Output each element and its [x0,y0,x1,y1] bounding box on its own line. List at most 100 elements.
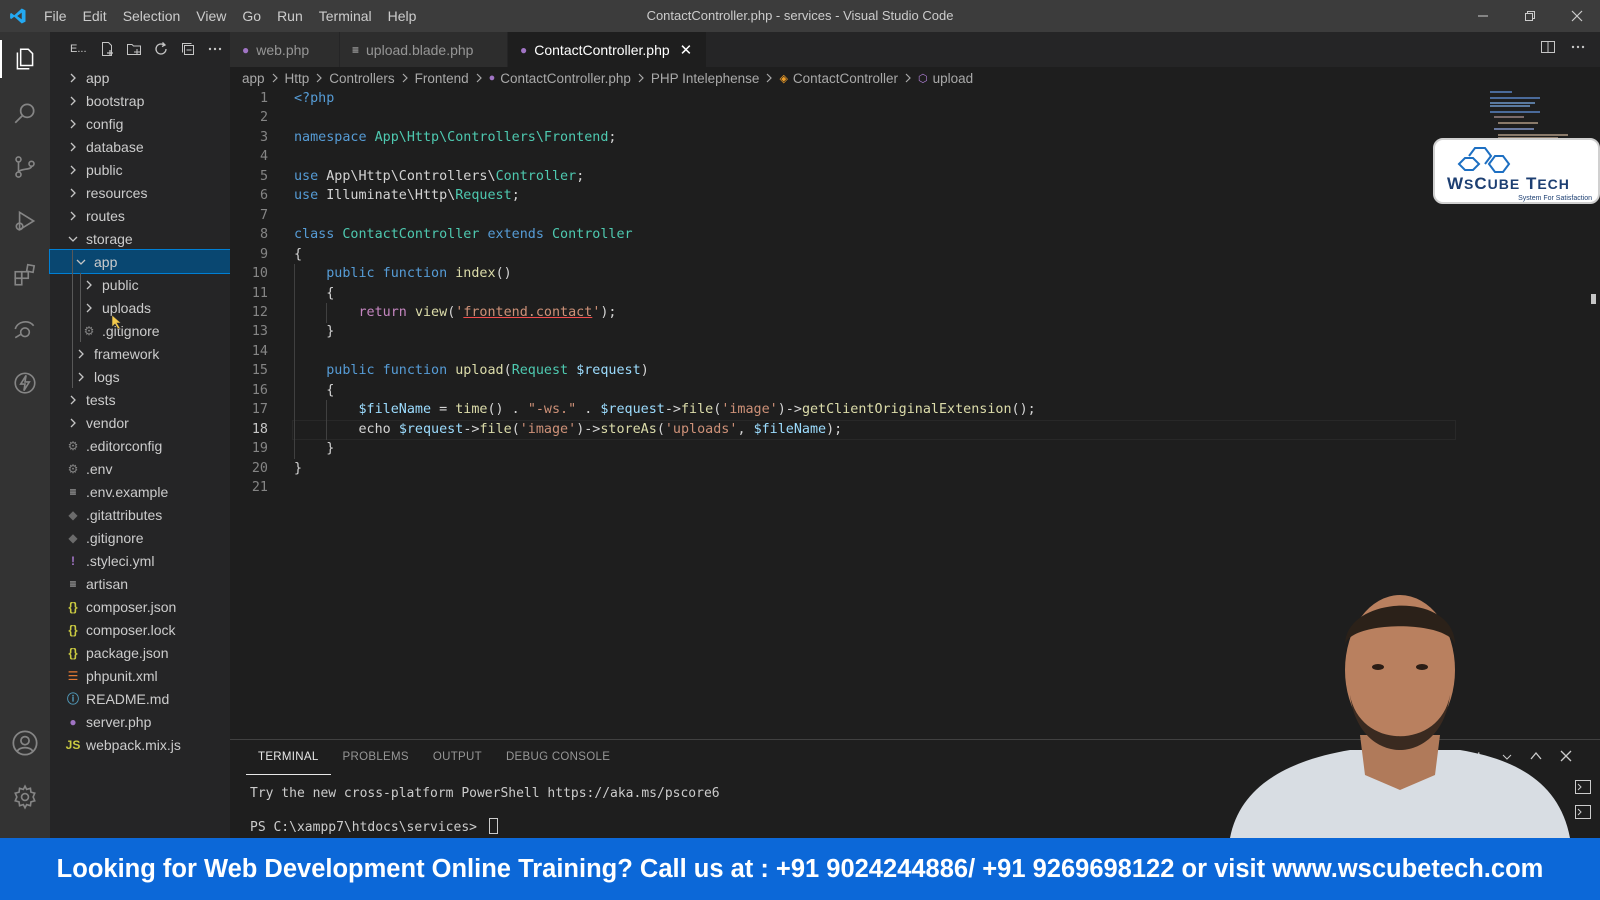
tree-folder[interactable]: app [49,249,231,274]
code-line[interactable]: 12 return view('frontend.contact'); [230,302,1470,323]
code-line[interactable]: 5 use App\Http\Controllers\Controller; [230,167,1470,187]
tree-file[interactable]: ☰ phpunit.xml [50,664,230,687]
remote-explorer-icon[interactable] [0,302,50,356]
tree-folder[interactable]: framework [50,342,230,365]
more-actions-icon[interactable] [207,41,224,58]
menu-item-edit[interactable]: Edit [75,0,115,32]
code-line[interactable]: 14 [230,341,1470,362]
breadcrumb-item[interactable]: PHP Intelephense [651,71,760,86]
tree-folder[interactable]: resources [50,181,230,204]
minimize-button[interactable] [1459,0,1506,32]
search-icon[interactable] [0,86,50,140]
breadcrumb-item[interactable]: ContactController.php [500,71,631,86]
code-line[interactable]: 13 } [230,322,1470,343]
menu-item-view[interactable]: View [188,0,234,32]
code-line[interactable]: 9{ [230,245,1470,265]
tree-folder[interactable]: public [50,273,230,296]
code-line[interactable]: 11 { [230,283,1470,304]
menu-item-file[interactable]: File [36,0,75,32]
code-line[interactable]: 2 [230,108,1470,128]
editor-tab[interactable]: ≡ upload.blade.php [340,32,508,67]
collapse-all-icon[interactable] [180,41,197,58]
code-line[interactable]: 3 namespace App\Http\Controllers\Frontend… [230,128,1470,148]
tree-folder[interactable]: logs [50,365,230,388]
close-window-button[interactable] [1553,0,1600,32]
code-line[interactable]: 6 use Illuminate\Http\Request; [230,186,1470,206]
menu-item-run[interactable]: Run [269,0,311,32]
breadcrumb-item[interactable]: app [242,71,265,86]
editor-tab[interactable]: ● web.php [230,32,340,67]
tree-folder[interactable]: public [50,158,230,181]
code-line[interactable]: 8 class ContactController extends Control… [230,225,1470,245]
terminal-prompt[interactable]: PS C:\xampp7\htdocs\services> [250,818,498,835]
tree-file[interactable]: ◆ .gitignore [50,526,230,549]
menu-item-selection[interactable]: Selection [115,0,189,32]
tree-folder[interactable]: tests [50,388,230,411]
breadcrumb-item[interactable]: Http [285,71,310,86]
breadcrumb-item[interactable]: Controllers [329,71,394,86]
code-line[interactable]: 17 $fileName = time() . "-ws." . $reques… [230,400,1470,421]
chevron-right-icon [315,71,323,86]
breadcrumb-item[interactable]: upload [933,71,974,86]
tree-file[interactable]: ● server.php [50,710,230,733]
menu-item-help[interactable]: Help [380,0,425,32]
tree-file[interactable]: ⚙ .env [50,457,230,480]
tree-file[interactable]: ! .styleci.yml [50,549,230,572]
tree-file[interactable]: ⚙ .editorconfig [50,434,230,457]
tree-file[interactable]: ⚙ .gitignore [50,314,230,342]
code-line[interactable]: 1 <?php [230,89,1470,109]
extensions-icon[interactable] [0,248,50,302]
terminal-instance-icon[interactable] [1575,805,1591,824]
more-actions-icon[interactable] [1570,39,1586,60]
tree-file[interactable]: ≡ .env.example [50,480,230,503]
split-editor-icon[interactable] [1540,39,1556,60]
new-folder-icon[interactable] [126,41,143,58]
settings-gear-icon[interactable] [0,770,50,824]
panel-tab-problems[interactable]: PROBLEMS [331,740,421,775]
close-tab-icon[interactable]: ✕ [680,41,693,59]
tree-file[interactable]: ◆ .gitattributes [50,503,230,526]
panel-tab-terminal[interactable]: TERMINAL [246,740,331,775]
tree-file[interactable]: JS webpack.mix.js [50,733,230,756]
accounts-icon[interactable] [0,716,50,770]
refresh-icon[interactable] [153,41,170,58]
tree-file[interactable]: ⓘ README.md [50,687,230,710]
tree-file[interactable]: ≡ artisan [50,572,230,595]
terminal-instance-icon[interactable] [1575,780,1591,799]
code-line[interactable]: 16 { [230,380,1470,401]
tree-folder[interactable]: config [50,112,230,135]
tree-folder[interactable]: storage [50,227,230,250]
tree-file[interactable]: {} package.json [50,641,230,664]
code-line[interactable]: 18 echo $request->file('image')->storeAs… [230,419,1470,440]
code-line[interactable]: 7 [230,206,1470,226]
editor-tab[interactable]: ● ContactController.php ✕ [508,32,708,67]
tree-file[interactable]: {} composer.json [50,595,230,618]
source-control-icon[interactable] [0,140,50,194]
breadcrumb-item[interactable]: Frontend [415,71,469,86]
code-line[interactable]: 15 public function upload(Request $reque… [230,361,1470,382]
menu-item-terminal[interactable]: Terminal [311,0,380,32]
code-line[interactable]: 19 } [230,439,1470,460]
tree-folder[interactable]: bootstrap [50,89,230,112]
thunder-client-icon[interactable] [0,356,50,410]
terminal-list [1572,780,1594,824]
tree-folder[interactable]: uploads [50,296,230,319]
explorer-icon[interactable] [0,32,50,86]
tree-folder[interactable]: vendor [50,411,230,434]
panel-tab-debug-console[interactable]: DEBUG CONSOLE [494,740,622,775]
tree-file[interactable]: {} composer.lock [50,618,230,641]
line-number: 9 [259,246,268,262]
breadcrumb-item[interactable]: ContactController [793,71,898,86]
panel-tab-output[interactable]: OUTPUT [421,740,494,775]
tree-folder[interactable]: database [50,135,230,158]
code-line[interactable]: 21 [230,478,1470,498]
code-line[interactable]: 10 public function index() [230,264,1470,285]
tree-folder[interactable]: routes [50,204,230,227]
new-file-icon[interactable] [99,41,116,58]
code-line[interactable]: 4 [230,147,1470,167]
restore-button[interactable] [1506,0,1553,32]
code-line[interactable]: 20} [230,459,1470,479]
menu-item-go[interactable]: Go [234,0,269,32]
tree-folder[interactable]: app [50,66,230,89]
run-debug-icon[interactable] [0,194,50,248]
